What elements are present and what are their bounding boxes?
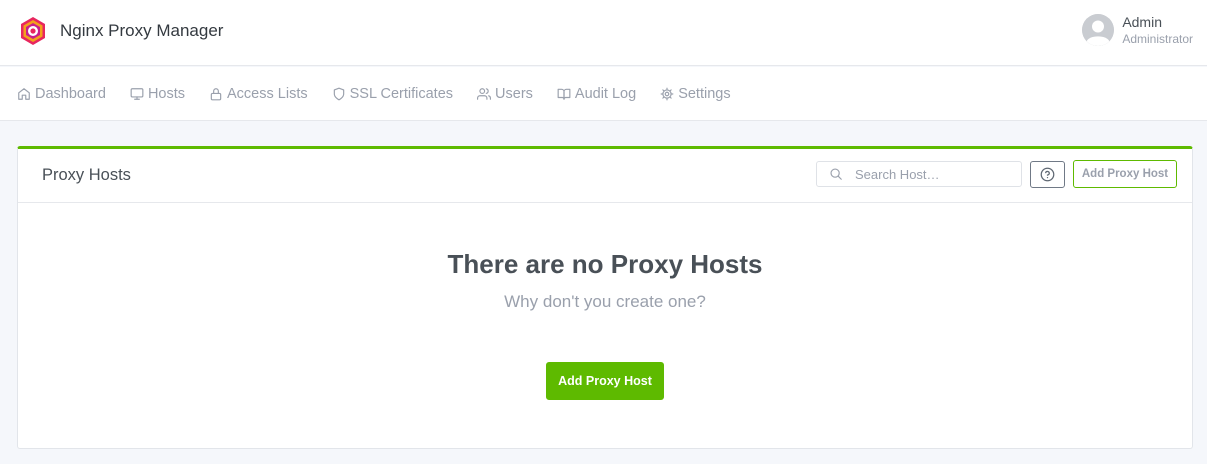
app-title: Nginx Proxy Manager (60, 21, 224, 40)
nav-item-label: Users (495, 85, 533, 102)
lock-icon (210, 87, 222, 100)
card-title: Proxy Hosts (42, 166, 131, 184)
nginx-proxy-manager-logo-icon (21, 17, 45, 45)
empty-state: There are no Proxy Hosts Why don't you c… (18, 249, 1192, 312)
empty-state-subtitle: Why don't you create one? (504, 292, 706, 311)
user-role: Administrator (1122, 31, 1193, 46)
search-icon (830, 168, 842, 180)
empty-state-title: There are no Proxy Hosts (447, 249, 763, 279)
main-nav: Dashboard Hosts Access Lists SSL Certifi… (0, 67, 1207, 121)
book-icon (557, 88, 571, 100)
nav-item-label: Settings (678, 85, 731, 102)
search-input[interactable] (855, 162, 1015, 186)
nav-item-label: SSL Certificates (349, 85, 454, 102)
add-proxy-host-header-button[interactable]: Add Proxy Host (1073, 160, 1177, 188)
nav-item-dashboard[interactable]: Dashboard (17, 86, 106, 102)
nav-item-label: Access Lists (227, 85, 308, 102)
add-proxy-host-button[interactable]: Add Proxy Host (546, 362, 664, 400)
nav-item-access-lists[interactable]: Access Lists (209, 86, 308, 102)
gear-icon (660, 87, 674, 100)
user-name: Admin (1122, 14, 1162, 30)
nav-item-users[interactable]: Users (477, 86, 533, 102)
search-box[interactable] (816, 161, 1022, 187)
nav-item-label: Dashboard (35, 85, 106, 102)
help-button[interactable] (1030, 161, 1065, 188)
monitor-icon (130, 87, 144, 100)
brand[interactable]: Nginx Proxy Manager (18, 16, 223, 46)
nav-item-label: Hosts (147, 85, 186, 102)
shield-icon (333, 87, 344, 100)
users-icon (477, 87, 492, 100)
home-icon (18, 87, 30, 100)
nav-item-hosts[interactable]: Hosts (130, 86, 185, 102)
help-circle-icon (1040, 167, 1055, 182)
avatar (1082, 14, 1115, 47)
nav-item-audit-log[interactable]: Audit Log (557, 86, 636, 102)
nav-item-settings[interactable]: Settings (660, 85, 731, 102)
proxy-hosts-card: Proxy Hosts Add Proxy Host There are no … (17, 146, 1193, 449)
nav-item-label: Audit Log (574, 85, 637, 102)
user-avatar-icon (1082, 14, 1115, 47)
top-header: Nginx Proxy Manager Admin Administrator (0, 0, 1207, 66)
user-menu[interactable]: Admin Administrator (1082, 14, 1193, 47)
nav-item-ssl-certificates[interactable]: SSL Certificates (332, 86, 453, 102)
card-header: Proxy Hosts Add Proxy Host (18, 149, 1192, 203)
